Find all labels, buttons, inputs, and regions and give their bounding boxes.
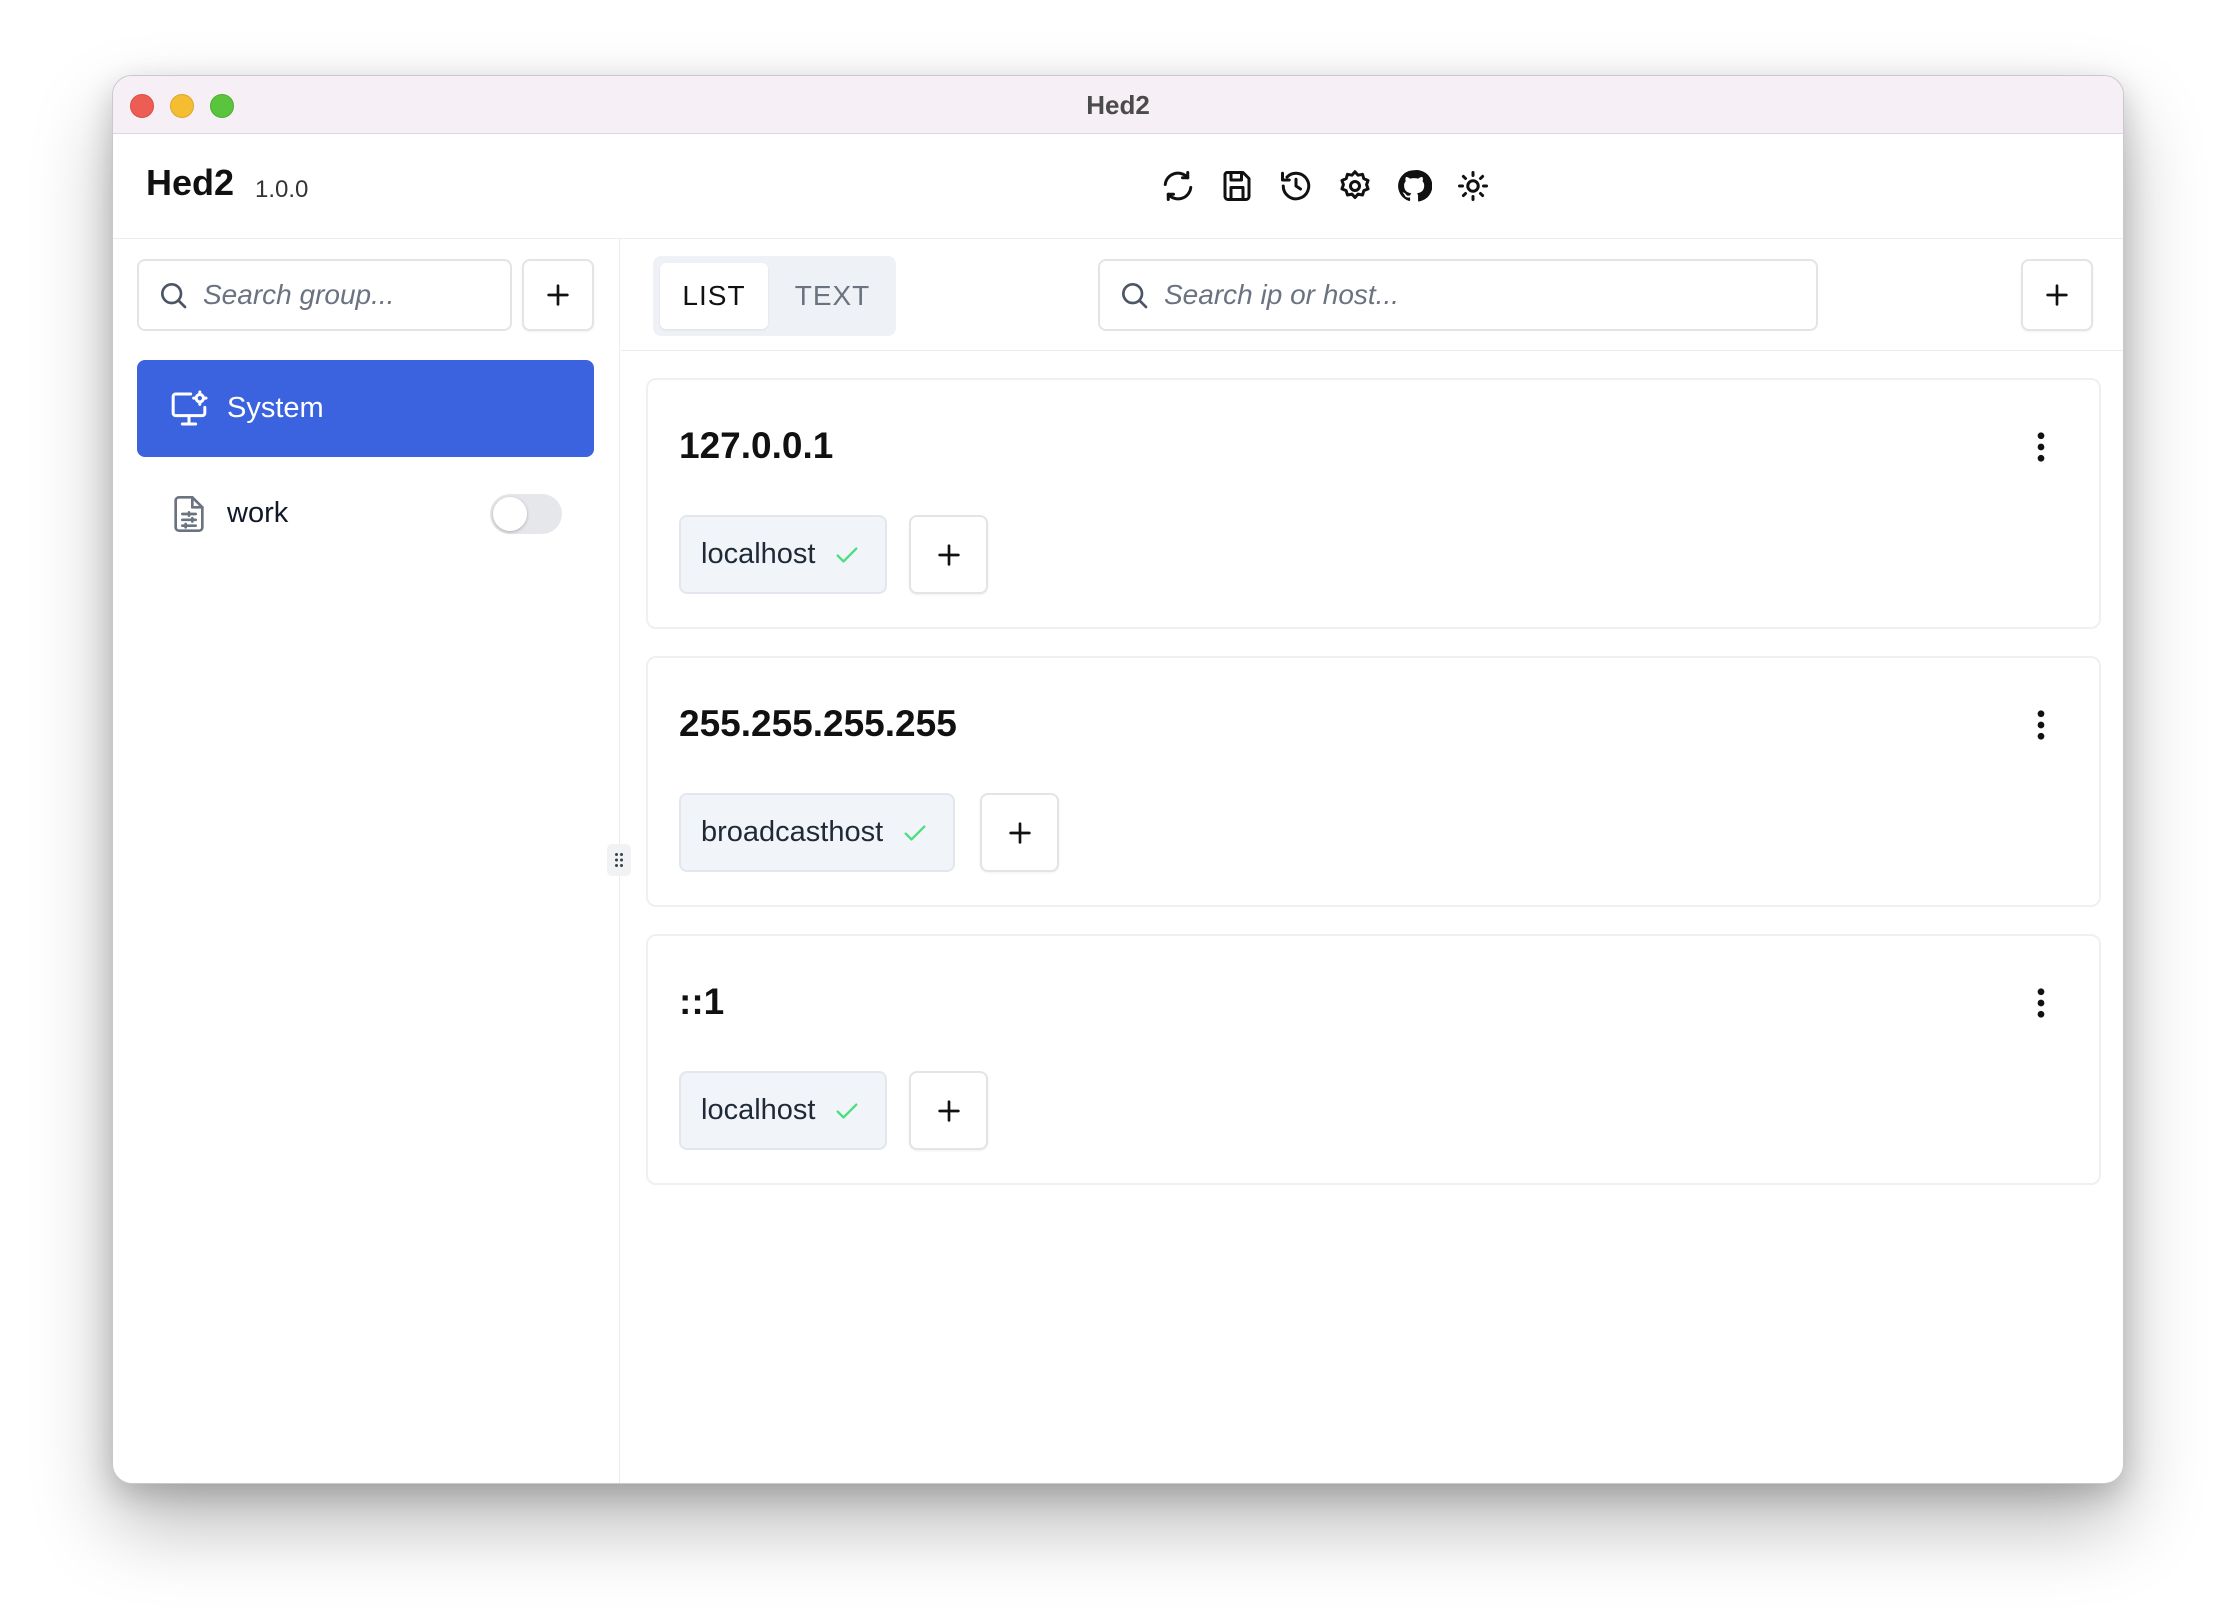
tab-list[interactable]: LIST bbox=[660, 263, 768, 329]
host-entry-card: 127.0.0.1 localhost bbox=[646, 378, 2101, 629]
settings-icon bbox=[1340, 170, 1370, 200]
plus-icon bbox=[1008, 821, 1031, 844]
host-entry-card: ::1 localhost bbox=[646, 934, 2101, 1185]
entry-ip: ::1 bbox=[679, 981, 725, 1022]
history-button[interactable] bbox=[1272, 162, 1320, 210]
host-search-input[interactable] bbox=[1164, 279, 1816, 311]
group-search-input[interactable] bbox=[203, 279, 510, 311]
title-bar: Hed2 bbox=[113, 76, 2123, 134]
add-host-button[interactable] bbox=[980, 793, 1059, 872]
app-name: Hed2 bbox=[146, 162, 235, 203]
theme-toggle-button[interactable] bbox=[1449, 162, 1497, 210]
tab-text[interactable]: TEXT bbox=[775, 263, 890, 329]
plus-icon bbox=[547, 284, 569, 306]
check-icon bbox=[836, 546, 858, 563]
app-header: Hed2 1.0.0 bbox=[113, 134, 2123, 239]
refresh-icon bbox=[1163, 171, 1193, 201]
add-group-button[interactable] bbox=[522, 259, 594, 331]
app-window: Hed2 Hed2 1.0.0 Search group... System w… bbox=[112, 75, 2124, 1484]
entry-ip: 255.255.255.255 bbox=[679, 703, 957, 744]
search-icon bbox=[161, 283, 187, 309]
theme-sun-icon bbox=[1458, 171, 1488, 201]
plus-icon bbox=[937, 1099, 960, 1122]
refresh-button[interactable] bbox=[1154, 162, 1202, 210]
host-name: localhost bbox=[701, 1094, 816, 1126]
plus-icon bbox=[2046, 284, 2068, 306]
main-toolbar: LIST TEXT bbox=[621, 239, 2123, 351]
app-version: 1.0.0 bbox=[255, 176, 309, 203]
save-button[interactable] bbox=[1213, 162, 1261, 210]
host-chip[interactable]: broadcasthost bbox=[679, 793, 956, 872]
host-chip[interactable]: localhost bbox=[679, 1071, 888, 1150]
more-options-icon[interactable] bbox=[2035, 710, 2047, 740]
host-search-box[interactable] bbox=[1098, 259, 1818, 331]
sidebar: System work bbox=[113, 239, 620, 1483]
search-icon bbox=[1122, 283, 1148, 309]
plus-icon bbox=[937, 543, 960, 566]
check-icon bbox=[836, 1102, 858, 1119]
host-entry-card: 255.255.255.255 broadcasthost bbox=[646, 656, 2101, 907]
save-icon bbox=[1223, 171, 1251, 201]
github-button[interactable] bbox=[1390, 162, 1438, 210]
group-search-box[interactable] bbox=[137, 259, 512, 331]
group-enable-toggle[interactable] bbox=[490, 493, 562, 534]
host-chip[interactable]: localhost bbox=[679, 515, 888, 594]
group-item-system[interactable]: System bbox=[137, 360, 594, 457]
settings-button[interactable] bbox=[1331, 162, 1379, 210]
group-item-work[interactable]: work bbox=[137, 465, 594, 562]
check-icon bbox=[904, 824, 926, 841]
main-panel: LIST TEXT 127.0.0.1 localhost bbox=[621, 239, 2123, 1483]
history-icon bbox=[1281, 171, 1311, 201]
window-title: Hed2 bbox=[1086, 90, 1150, 120]
file-settings-icon bbox=[174, 495, 204, 532]
host-name: localhost bbox=[701, 538, 816, 570]
add-host-button[interactable] bbox=[909, 1071, 988, 1150]
group-label-system: System bbox=[227, 392, 324, 424]
add-entry-button[interactable] bbox=[2021, 259, 2093, 331]
host-name: broadcasthost bbox=[701, 816, 884, 848]
toggle-knob bbox=[493, 496, 527, 531]
view-tabs: LIST TEXT bbox=[653, 256, 896, 336]
monitor-cog-icon bbox=[171, 390, 208, 425]
github-icon bbox=[1398, 170, 1432, 202]
more-options-icon[interactable] bbox=[2035, 432, 2047, 462]
add-host-button[interactable] bbox=[909, 515, 988, 594]
more-options-icon[interactable] bbox=[2035, 988, 2047, 1018]
entry-ip: 127.0.0.1 bbox=[679, 425, 834, 466]
group-label-work: work bbox=[227, 497, 289, 529]
